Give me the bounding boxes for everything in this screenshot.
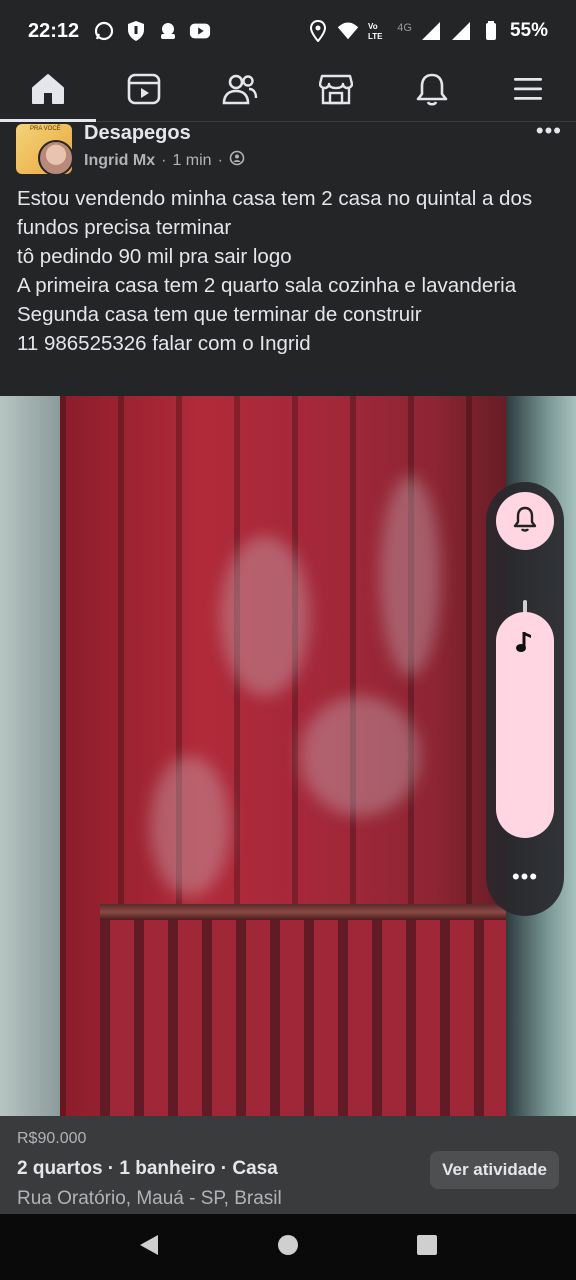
bell-icon	[416, 72, 448, 111]
hamburger-icon	[513, 76, 543, 107]
tab-menu[interactable]	[480, 62, 576, 121]
system-nav-bar	[0, 1214, 576, 1280]
photo-paint-stain	[300, 696, 420, 816]
tab-notifications[interactable]	[384, 62, 480, 121]
post-avatar[interactable]: PRA VOCÊ	[16, 124, 74, 176]
battery-icon	[480, 20, 502, 42]
shield-icon	[125, 20, 147, 42]
svg-text:Vo: Vo	[368, 22, 378, 31]
post-text: Estou vendendo minha casa tem 2 casa no …	[17, 187, 533, 355]
view-activity-button[interactable]: Ver atividade	[430, 1151, 559, 1189]
signal-icon	[420, 20, 442, 42]
post-author[interactable]: Ingrid Mx	[84, 152, 155, 170]
back-icon[interactable]	[138, 1233, 160, 1262]
battery-percent: 55%	[509, 20, 548, 41]
post-header: PRA VOCÊ Desapegos Ingrid Mx · 1 min · •…	[0, 120, 576, 180]
user-avatar	[38, 140, 74, 176]
group-avatar-logo-text: PRA VOCÊ	[30, 126, 61, 132]
status-system-icons: Vo LTE 4G 55%	[307, 20, 548, 42]
top-nav-bar	[0, 62, 576, 122]
status-notification-icons	[93, 20, 211, 42]
meta-separator: ·	[217, 151, 223, 169]
home-button-icon[interactable]	[277, 1234, 299, 1261]
volte-icon: Vo LTE	[367, 20, 389, 42]
tab-reels[interactable]	[96, 62, 192, 121]
listing-info[interactable]: R$90.000 2 quartos · 1 banheiro · Casa R…	[0, 1116, 576, 1214]
listing-details: 2 quartos · 1 banheiro · Casa	[17, 1158, 278, 1179]
signal-icon	[450, 20, 472, 42]
post-meta: Ingrid Mx · 1 min ·	[84, 150, 245, 171]
tab-friends[interactable]	[192, 62, 288, 121]
meta-separator: ·	[161, 151, 167, 169]
network-type-label: 4G	[397, 22, 412, 34]
whatsapp-icon	[93, 20, 115, 42]
group-name[interactable]: Desapegos	[84, 122, 191, 145]
video-icon	[127, 73, 161, 110]
floating-volume-panel: •••	[486, 482, 564, 916]
app-icon	[157, 20, 179, 42]
photo-door-rail	[100, 904, 520, 920]
tab-home[interactable]	[0, 62, 96, 122]
post-more-button[interactable]: •••	[536, 120, 562, 142]
ringer-button[interactable]	[496, 492, 554, 550]
status-bar: 22:12 Vo LTE 4G 55%	[0, 0, 576, 62]
svg-text:LTE: LTE	[368, 32, 383, 41]
status-time: 22:12	[28, 19, 80, 42]
privacy-group-icon	[229, 150, 245, 171]
friends-icon	[222, 73, 258, 110]
home-icon	[31, 73, 65, 110]
listing-price: R$90.000	[17, 1130, 87, 1147]
volume-more-button[interactable]: •••	[486, 866, 564, 888]
store-icon	[318, 73, 354, 110]
location-icon	[307, 20, 329, 42]
photo-paint-stain	[380, 476, 440, 676]
listing-location: Rua Oratório, Mauá - SP, Brasil	[17, 1188, 282, 1209]
music-note-icon	[506, 622, 546, 662]
wifi-icon	[337, 20, 359, 42]
post-time[interactable]: 1 min	[172, 152, 211, 170]
photo-paint-stain	[220, 536, 310, 696]
photo-paint-stain	[150, 756, 230, 896]
recents-icon[interactable]	[416, 1234, 438, 1261]
photo-door-lower	[100, 920, 520, 1116]
bell-icon	[512, 505, 538, 538]
tab-marketplace[interactable]	[288, 62, 384, 121]
youtube-icon	[189, 20, 211, 42]
